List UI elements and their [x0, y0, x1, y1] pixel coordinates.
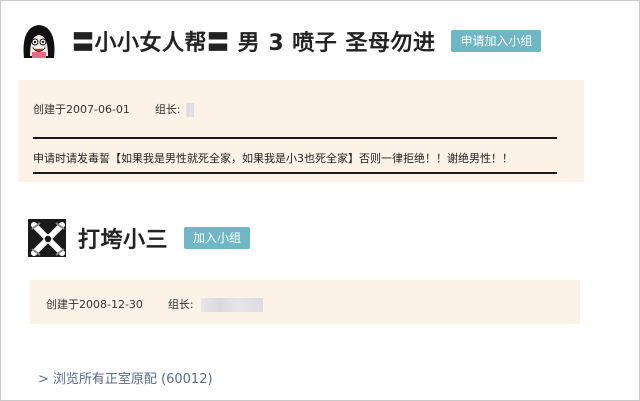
group-2-created-date: 创建于2008-12-30 — [46, 298, 143, 311]
group-1-leader-name-blurred[interactable] — [186, 103, 195, 117]
browse-all-groups-link[interactable]: > 浏览所有正室原配 (60012) — [38, 368, 213, 387]
group-2-meta: 创建于2008-12-30 组长: — [46, 296, 264, 312]
group-1-info-panel: 创建于2007-06-01 组长: 申请时请发毒誓【如果我是男性就死全家，如果我… — [18, 80, 584, 182]
chevron-right-icon: > — [38, 372, 49, 387]
notice-bottom-divider — [33, 172, 557, 174]
browse-all-groups-text: 浏览所有正室原配 (60012) — [52, 372, 213, 387]
group-1-avatar[interactable] — [20, 22, 58, 60]
notice-top-divider — [33, 137, 557, 139]
cartoon-face-icon — [20, 22, 58, 60]
group-2-avatar[interactable] — [28, 219, 66, 257]
group-1-notice: 申请时请发毒誓【如果我是男性就死全家，如果我是小3也死全家】否则一律拒绝！！谢绝… — [33, 152, 513, 165]
page-frame — [0, 0, 640, 401]
group-1-meta: 创建于2007-06-01 组长: — [33, 101, 195, 117]
group-2-leader-name-blurred[interactable] — [201, 298, 264, 312]
apply-join-group-button[interactable]: 申请加入小组 — [451, 30, 542, 52]
crossed-x-icon — [28, 219, 66, 257]
group-1-title[interactable]: 〓小小女人帮〓 男 3 喷子 圣母勿进 — [72, 25, 435, 57]
join-group-button[interactable]: 加入小组 — [184, 227, 251, 249]
group-2-info-panel: 创建于2008-12-30 组长: — [30, 280, 580, 324]
group-2-leader-label: 组长: — [167, 298, 194, 311]
group-1-created-date: 创建于2007-06-01 — [33, 103, 130, 116]
group-2-title[interactable]: 打垮小三 — [78, 222, 168, 254]
group-2-header: 打垮小三 加入小组 — [28, 219, 251, 257]
group-1-leader-label: 组长: — [154, 103, 181, 116]
group-1-header: 〓小小女人帮〓 男 3 喷子 圣母勿进 申请加入小组 — [20, 22, 542, 60]
